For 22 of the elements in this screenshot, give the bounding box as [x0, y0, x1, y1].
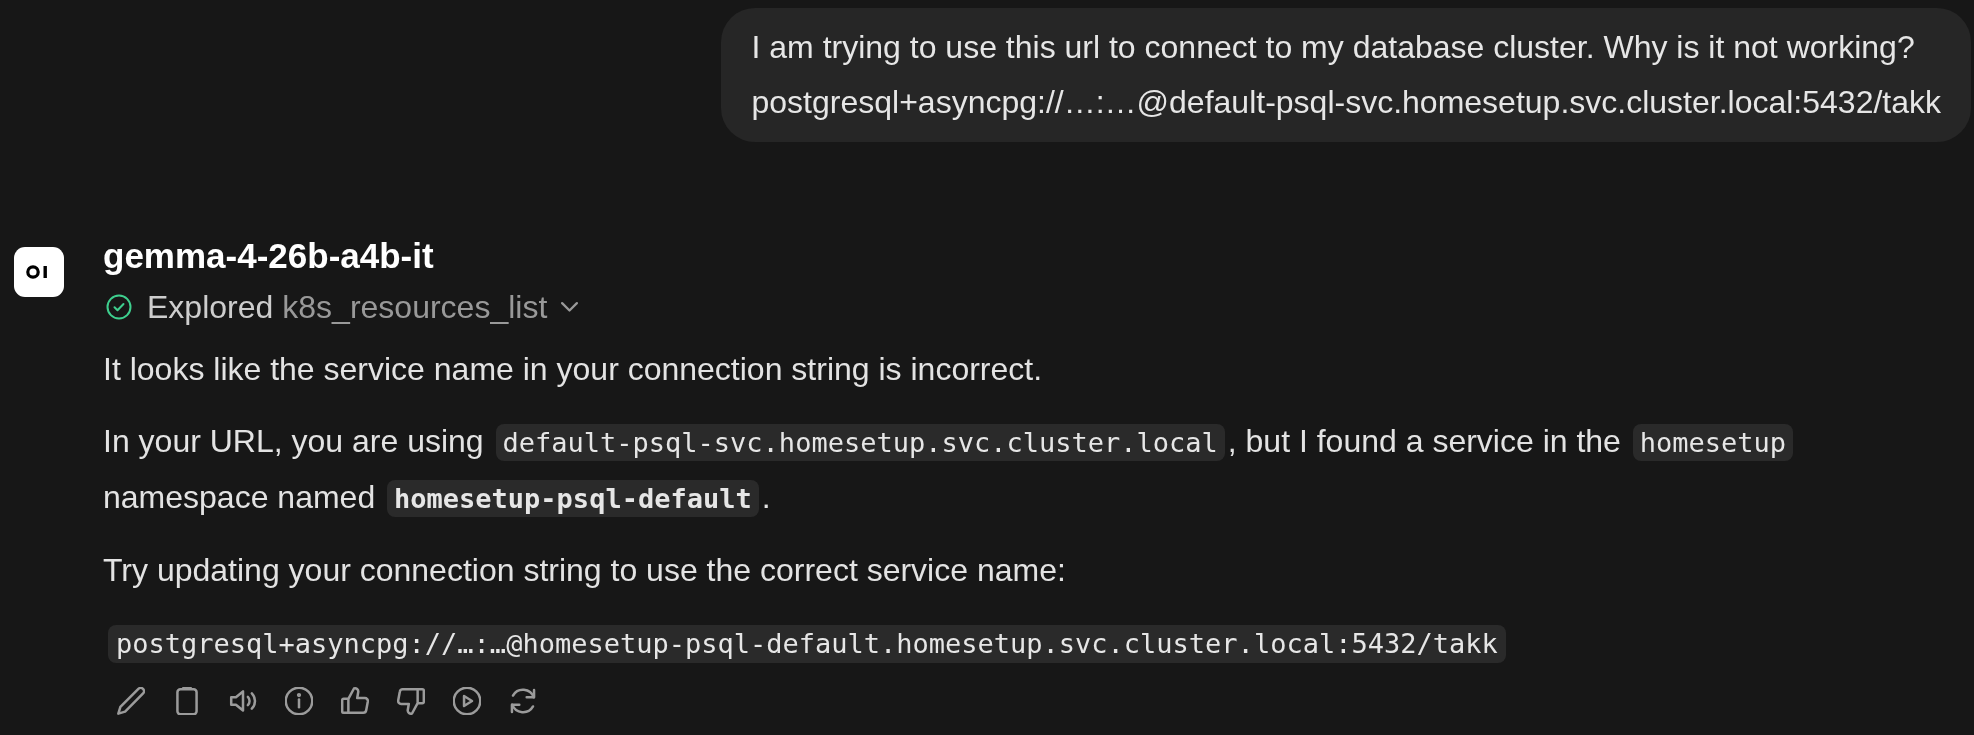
message-paragraph: In your URL, you are using default-psql-svc.homesetup.svc.cluster.local , but I found a service in the homesetup namespace named homesetup-psql-default .: [103, 414, 1933, 526]
tool-name-text: k8s_resources_list: [282, 288, 548, 326]
chevron-icon[interactable]: [561, 302, 579, 312]
speaker-icon: [229, 687, 257, 715]
inline-code: homesetup: [1632, 424, 1794, 461]
tool-status-text: Explored: [147, 288, 274, 326]
inline-code: homesetup-psql-default: [387, 480, 759, 517]
code-block: postgresql+asyncpg://…:…@homesetup-psql-default.homesetup.svc.cluster.local:5432/takk: [108, 625, 1506, 663]
message-paragraph: Try updating your connection string to use the correct service name:: [103, 551, 1066, 590]
pencil-icon: [117, 687, 145, 715]
message-text: postgresql+asyncpg://…:…@default-psql-svc.homesetup.svc.cluster.local:5432/takk: [751, 83, 1941, 122]
clipboard-icon: [173, 687, 201, 715]
info-icon: [285, 687, 313, 715]
play-icon: [453, 687, 481, 715]
inline-code: default-psql-svc.homesetup.svc.cluster.local: [495, 424, 1225, 461]
message-paragraph: It looks like the service name in your connection string is incorrect.: [103, 350, 1043, 389]
thumbs-up-icon: [341, 687, 369, 715]
model-name: gemma-4-26b-a4b-it: [103, 236, 434, 276]
refresh-icon: [509, 687, 537, 715]
message-text: I am trying to use this url to connect to my database cluster. Why is it not working?: [751, 28, 1916, 67]
thumbs-down-icon: [397, 687, 425, 715]
logo-icon: [14, 247, 64, 297]
